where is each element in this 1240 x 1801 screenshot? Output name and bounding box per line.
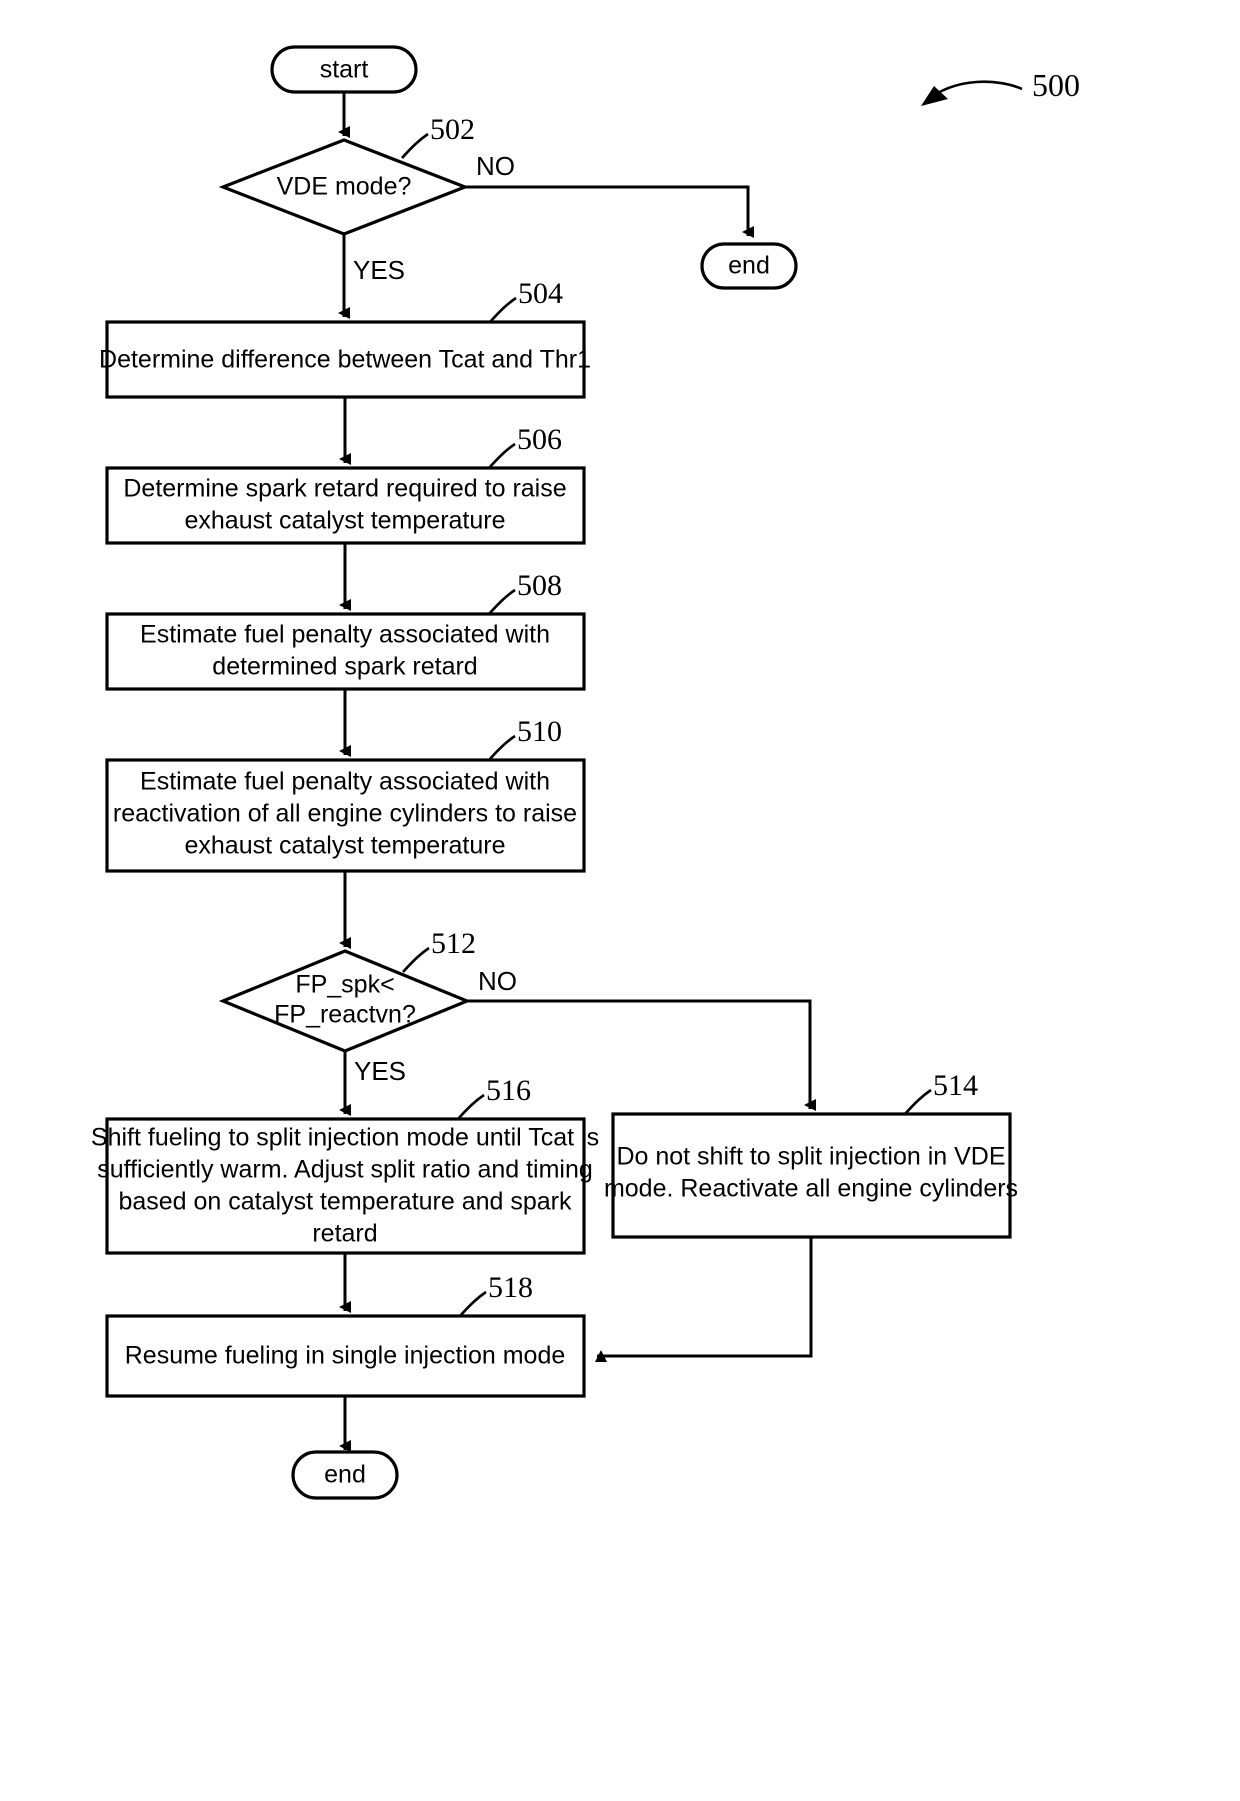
process-514-line-1: Do not shift to split injection in VDE: [616, 1143, 1005, 1171]
process-510-line-2: reactivation of all engine cylinders to …: [113, 800, 577, 828]
ref-number-506-group: 506: [488, 423, 562, 469]
process-516[interactable]: Shift fueling to split injection mode un…: [91, 1117, 599, 1255]
process-506-line-2: exhaust catalyst temperature: [185, 507, 506, 535]
process-508[interactable]: Estimate fuel penalty associated with de…: [105, 612, 586, 691]
terminator-start[interactable]: start: [270, 45, 418, 94]
ref-number-516: 516: [486, 1074, 531, 1107]
process-504-line-1: Determine difference between Tcat and Th…: [99, 346, 591, 374]
connector-512-yes-branch: YES: [339, 1051, 406, 1116]
ref-number-506: 506: [517, 423, 562, 456]
process-506-line-1: Determine spark retard required to raise: [123, 475, 566, 503]
process-506[interactable]: Determine spark retard required to raise…: [105, 466, 586, 545]
terminator-end-bottom[interactable]: end: [291, 1450, 399, 1500]
ref-number-510-group: 510: [488, 715, 562, 761]
ref-number-502: 502: [430, 113, 475, 146]
process-510[interactable]: Estimate fuel penalty associated with re…: [105, 758, 586, 873]
decision-502-label: VDE mode?: [277, 173, 412, 201]
figure-number-label: 500: [1032, 67, 1080, 103]
connector-514-to-518: [595, 1237, 813, 1362]
process-518-line-1: Resume fueling in single injection mode: [125, 1342, 566, 1370]
process-516-line-3: based on catalyst temperature and spark: [118, 1188, 572, 1216]
terminator-end-no-branch[interactable]: end: [700, 242, 798, 290]
process-516-line-4: retard: [312, 1220, 377, 1248]
edge-label-502-yes: YES: [353, 255, 405, 285]
terminator-end-no-label: end: [728, 252, 770, 280]
ref-number-518-group: 518: [459, 1271, 533, 1317]
figure-number-500-group: 500: [921, 67, 1080, 106]
process-508-line-1: Estimate fuel penalty associated with: [140, 621, 550, 649]
ref-number-504-group: 504: [489, 277, 563, 323]
patent-figure-page: 500 start VDE mode? 502 NO end YES Deter…: [0, 0, 1240, 1801]
decision-502[interactable]: VDE mode?: [218, 138, 470, 236]
process-514-line-2: mode. Reactivate all engine cylinders: [604, 1175, 1018, 1203]
ref-number-518: 518: [488, 1271, 533, 1304]
ref-number-512-group: 512: [402, 927, 476, 973]
edge-label-512-yes: YES: [354, 1056, 406, 1086]
terminator-start-label: start: [320, 56, 369, 84]
ref-number-502-group: 502: [401, 113, 475, 159]
decision-512-line-1: FP_spk<: [295, 971, 394, 999]
ref-number-508-group: 508: [488, 569, 562, 615]
decision-512[interactable]: FP_spk< FP_reactvn?: [218, 949, 472, 1053]
ref-number-504: 504: [518, 277, 563, 310]
terminator-end-bottom-label: end: [324, 1461, 366, 1489]
process-516-line-1: Shift fueling to split injection mode un…: [91, 1124, 599, 1152]
process-510-line-1: Estimate fuel penalty associated with: [140, 768, 550, 796]
process-504[interactable]: Determine difference between Tcat and Th…: [99, 320, 591, 399]
ref-number-514: 514: [933, 1069, 978, 1102]
edge-label-512-no: NO: [478, 966, 517, 996]
process-514[interactable]: Do not shift to split injection in VDE m…: [604, 1112, 1018, 1239]
process-518[interactable]: Resume fueling in single injection mode: [105, 1314, 586, 1398]
decision-512-line-2: FP_reactvn?: [274, 1001, 416, 1029]
ref-number-516-group: 516: [457, 1074, 531, 1120]
process-508-line-2: determined spark retard: [212, 653, 477, 681]
process-516-line-2: sufficiently warm. Adjust split ratio an…: [97, 1156, 593, 1184]
ref-number-508: 508: [517, 569, 562, 602]
connector-502-yes-branch: YES: [338, 234, 405, 319]
connector-502-no-branch: NO: [465, 151, 754, 238]
process-510-line-3: exhaust catalyst temperature: [185, 832, 506, 860]
ref-number-512: 512: [431, 927, 476, 960]
edge-label-502-no: NO: [476, 151, 515, 181]
ref-number-514-group: 514: [904, 1069, 978, 1115]
flowchart-diagram: 500 start VDE mode? 502 NO end YES Deter…: [91, 45, 1080, 1500]
ref-number-510: 510: [517, 715, 562, 748]
